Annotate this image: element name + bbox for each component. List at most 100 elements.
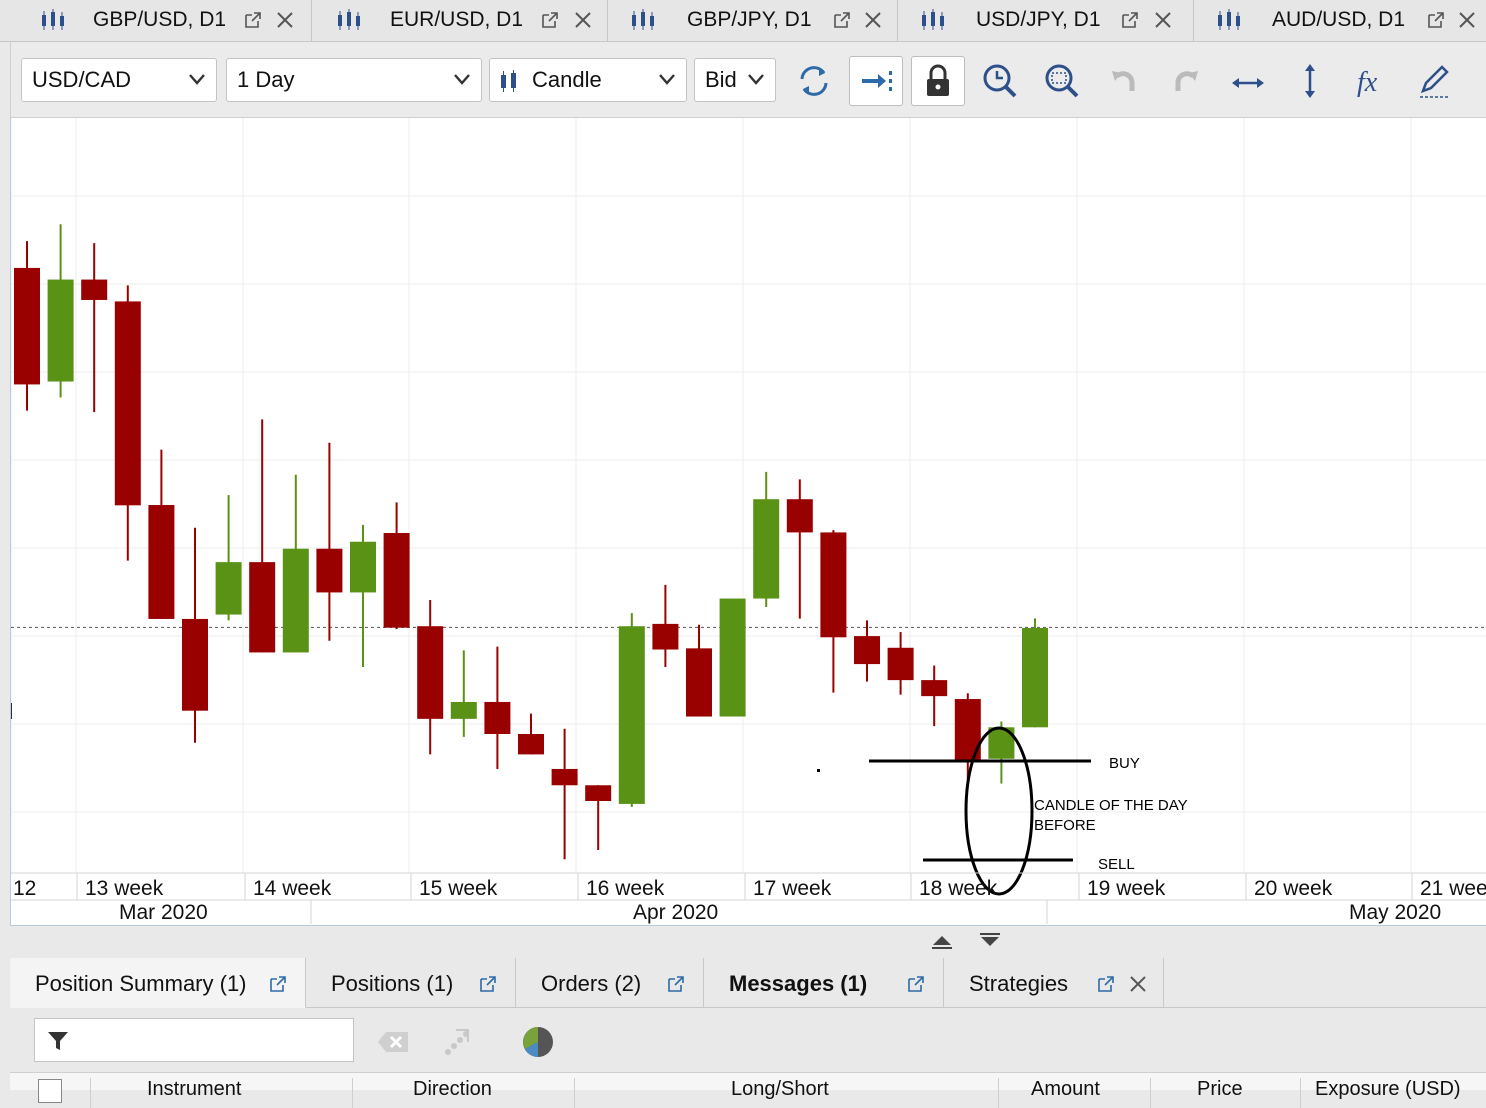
annotation-note-line1: CANDLE OF THE DAY xyxy=(1034,797,1188,814)
function-button[interactable]: fx xyxy=(1345,56,1399,106)
expand-up-icon xyxy=(932,936,952,949)
zoom-time-button[interactable] xyxy=(973,56,1027,106)
filter-icon xyxy=(48,1032,68,1050)
candle-down xyxy=(417,626,444,719)
undo-icon xyxy=(1112,71,1135,91)
chart-tab-label: USD/JPY, D1 xyxy=(976,8,1101,31)
close-icon[interactable] xyxy=(864,10,882,30)
tab-strategies[interactable]: Strategies xyxy=(944,958,1164,1008)
week-tick-label: 17 week xyxy=(753,877,832,900)
candles-group xyxy=(14,224,1048,860)
collapse-icon[interactable] xyxy=(440,1024,476,1060)
candle-up xyxy=(618,626,645,804)
candle-down xyxy=(887,647,914,681)
table-header: Instrument Direction Long/Short Amount P… xyxy=(10,1072,1486,1108)
filter-input[interactable] xyxy=(79,1023,339,1057)
candle-up xyxy=(753,499,780,599)
candle-up xyxy=(215,562,242,615)
draw-button[interactable] xyxy=(1407,56,1461,106)
chart-type-select[interactable]: Candle xyxy=(489,58,687,102)
popout-icon[interactable] xyxy=(268,974,288,994)
candle-down xyxy=(820,532,847,638)
popout-icon[interactable] xyxy=(906,974,926,994)
popout-icon[interactable] xyxy=(478,974,498,994)
candle-down xyxy=(148,505,175,619)
side-value: Bid xyxy=(705,67,737,92)
col-amount[interactable]: Amount xyxy=(998,1078,1150,1108)
close-icon[interactable] xyxy=(1154,10,1172,30)
week-tick-label: 21 wee xyxy=(1420,877,1486,900)
col-exposure[interactable]: Exposure (USD) xyxy=(1300,1078,1486,1108)
price-chart[interactable]: BUY SELL CANDLE OF THE DAY BEFORE 12 13 w… xyxy=(10,118,1486,926)
candle-type-icon xyxy=(501,70,516,92)
month-tick-label: Mar 2020 xyxy=(119,901,208,924)
popout-icon[interactable] xyxy=(666,974,686,994)
popout-icon[interactable] xyxy=(540,10,560,30)
redo-button[interactable] xyxy=(1159,56,1213,106)
refresh-button[interactable] xyxy=(787,56,841,106)
popout-icon[interactable] xyxy=(1120,10,1140,30)
undo-button[interactable] xyxy=(1097,56,1151,106)
vertical-scale-icon xyxy=(1305,64,1315,98)
shift-chart-button[interactable] xyxy=(849,56,903,106)
chart-tab-gbpusd[interactable]: GBP/USD, D1 xyxy=(0,0,312,42)
chevron-down-icon xyxy=(748,74,764,85)
candle-chart-icon xyxy=(338,9,360,30)
bottom-panel: Position Summary (1) Positions (1) Order… xyxy=(10,958,1486,1108)
popout-icon[interactable] xyxy=(1096,974,1116,994)
col-price[interactable]: Price xyxy=(1150,1078,1300,1108)
instrument-select[interactable]: USD/CAD xyxy=(21,58,217,102)
tab-label: Positions (1) xyxy=(331,971,454,996)
chart-tab-gbpjpy[interactable]: GBP/JPY, D1 xyxy=(608,0,898,42)
period-select[interactable]: 1 Day xyxy=(226,58,482,102)
col-instrument[interactable]: Instrument xyxy=(90,1078,352,1108)
candle-chart-icon xyxy=(632,9,654,30)
popout-icon[interactable] xyxy=(832,10,852,30)
chart-tab-audusd[interactable]: AUD/USD, D1 xyxy=(1194,0,1486,42)
chevron-down-icon xyxy=(189,74,205,85)
side-select[interactable]: Bid xyxy=(694,58,776,102)
close-icon[interactable] xyxy=(574,10,592,30)
tab-orders[interactable]: Orders (2) xyxy=(516,958,704,1008)
clear-filter-icon[interactable] xyxy=(376,1024,412,1060)
pie-chart-icon[interactable] xyxy=(520,1024,556,1060)
tab-label: Messages (1) xyxy=(729,971,868,996)
popout-icon[interactable] xyxy=(1426,10,1446,30)
week-tick-label: 12 xyxy=(13,877,36,900)
popout-icon[interactable] xyxy=(243,10,263,30)
select-all-checkbox[interactable] xyxy=(38,1079,62,1103)
week-tick-label: 14 week xyxy=(253,877,332,900)
chart-tab-label: GBP/JPY, D1 xyxy=(687,8,812,31)
instrument-value: USD/CAD xyxy=(32,67,132,92)
refresh-icon xyxy=(800,66,828,96)
chart-tab-usdjpy[interactable]: USD/JPY, D1 xyxy=(898,0,1194,42)
month-tick-label: May 2020 xyxy=(1349,901,1441,924)
panel-splitter[interactable] xyxy=(920,928,1010,954)
candle-down xyxy=(484,701,511,734)
lock-icon xyxy=(927,64,949,96)
buy-label: BUY xyxy=(1109,755,1140,772)
candlestick-chart[interactable]: BUY SELL CANDLE OF THE DAY BEFORE 12 13 w… xyxy=(11,118,1486,926)
close-icon[interactable] xyxy=(1129,974,1147,994)
candle-chart-icon xyxy=(42,9,64,30)
horizontal-scale-button[interactable] xyxy=(1221,56,1275,106)
close-icon[interactable] xyxy=(1458,10,1476,30)
tab-messages[interactable]: Messages (1) xyxy=(704,958,944,1008)
candle-down xyxy=(114,301,141,506)
chart-tab-label: AUD/USD, D1 xyxy=(1272,8,1406,31)
col-long-short[interactable]: Long/Short xyxy=(574,1078,998,1108)
chart-tab-label: EUR/USD, D1 xyxy=(390,8,524,31)
col-direction[interactable]: Direction xyxy=(352,1078,574,1108)
chart-tab-eurusd[interactable]: EUR/USD, D1 xyxy=(312,0,608,42)
draw-icon xyxy=(1420,65,1449,98)
lock-button[interactable] xyxy=(911,56,965,106)
zoom-area-button[interactable] xyxy=(1035,56,1089,106)
tab-positions[interactable]: Positions (1) xyxy=(306,958,516,1008)
candle-chart-icon xyxy=(922,9,944,30)
week-tick-label: 13 week xyxy=(85,877,164,900)
panel-tabs: Position Summary (1) Positions (1) Order… xyxy=(10,958,1486,1008)
vertical-scale-button[interactable] xyxy=(1283,56,1337,106)
tab-position-summary[interactable]: Position Summary (1) xyxy=(10,958,306,1008)
close-icon[interactable] xyxy=(276,10,294,30)
tab-label: Orders (2) xyxy=(541,971,642,996)
